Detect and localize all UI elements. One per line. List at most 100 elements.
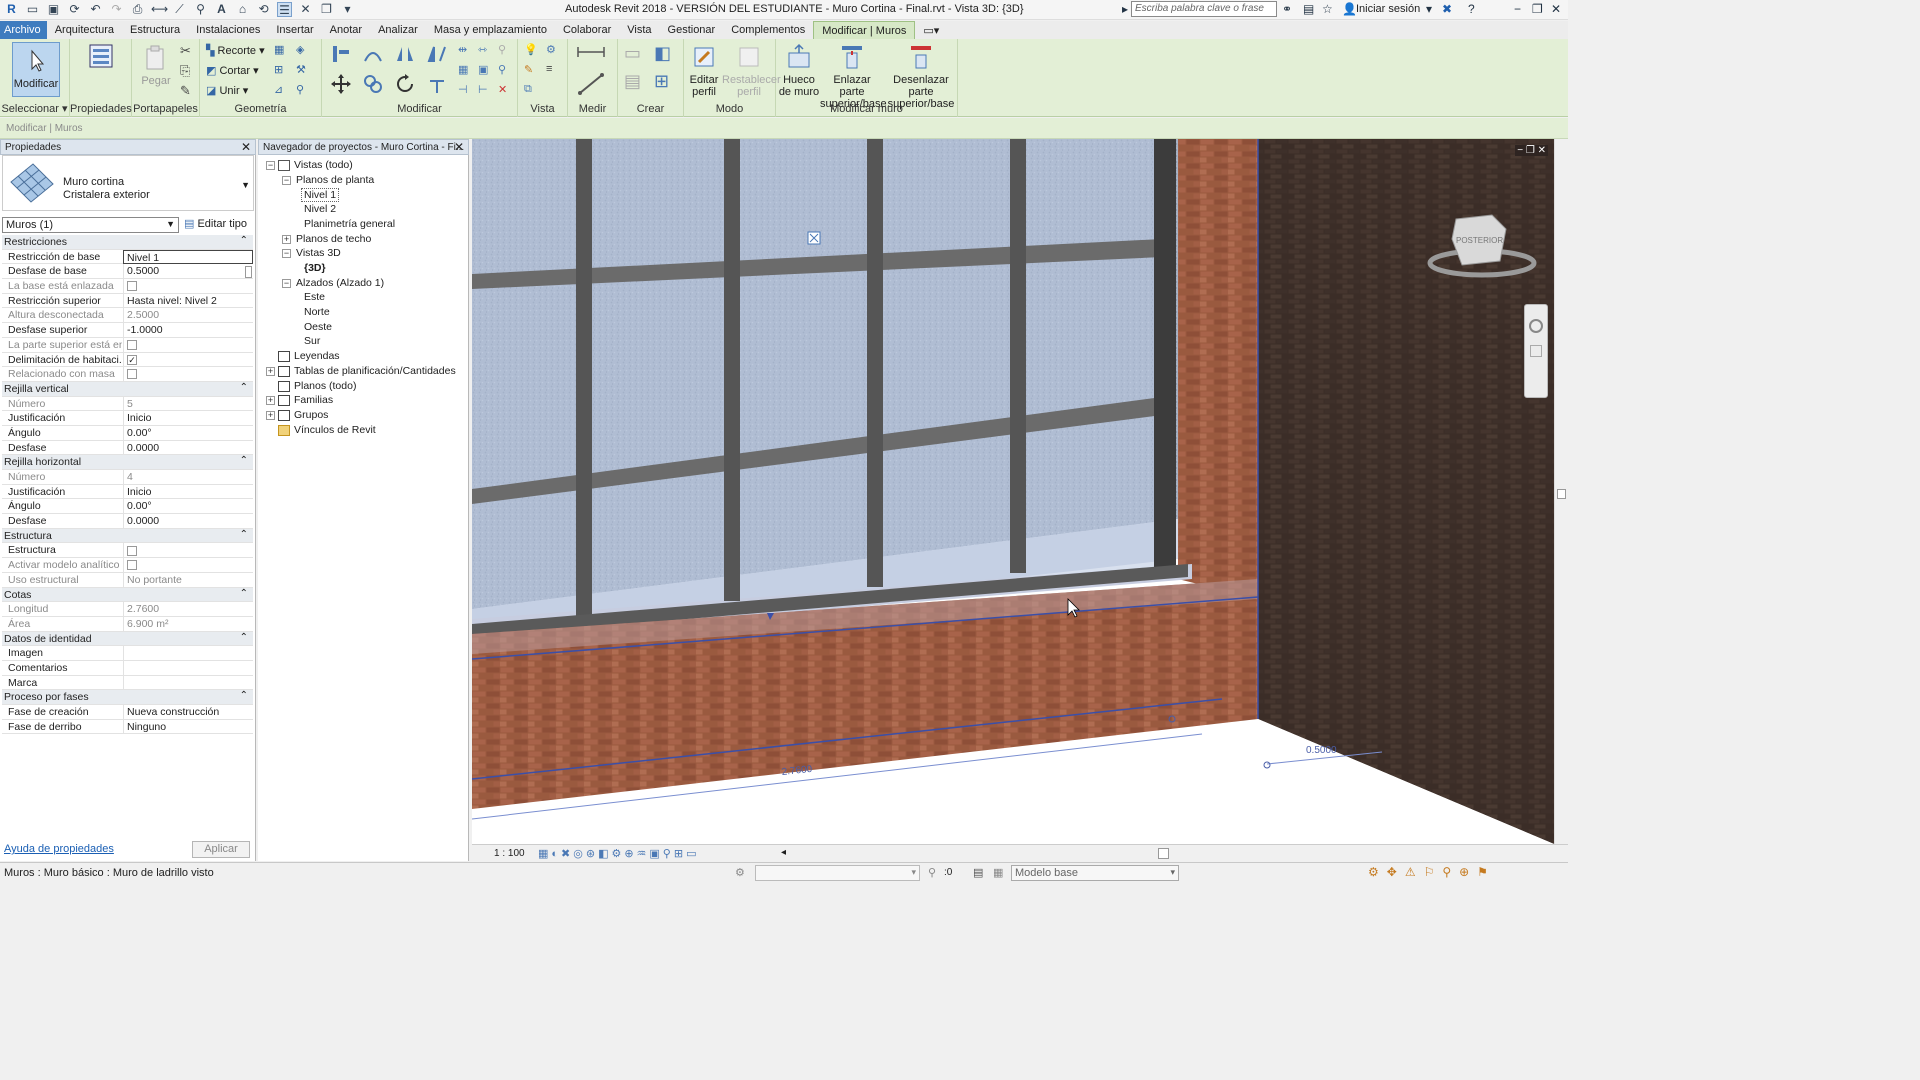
- text-icon[interactable]: A: [214, 2, 229, 17]
- tab-10[interactable]: Gestionar: [660, 21, 724, 39]
- browser-node[interactable]: Tablas de planificación/Cantidades: [294, 365, 456, 377]
- property-row[interactable]: Altura desconectada 2.5000: [2, 308, 253, 324]
- property-row[interactable]: Relacionado con masa: [2, 367, 253, 382]
- vertical-mullion-2[interactable]: [724, 139, 740, 601]
- property-row[interactable]: La parte superior está enl...: [2, 337, 253, 353]
- undo-icon[interactable]: ↶: [88, 2, 103, 17]
- wall-joins-icon[interactable]: ⊞: [274, 63, 290, 79]
- dimension-icon[interactable]: ⟋: [172, 2, 187, 17]
- minimize-icon[interactable]: −: [1514, 2, 1521, 16]
- browser-node[interactable]: Este: [304, 291, 325, 303]
- property-row[interactable]: Ángulo 0.00°: [2, 425, 253, 441]
- pin-icon[interactable]: ⚲: [498, 63, 514, 79]
- browser-node[interactable]: Nivel 1: [301, 188, 340, 203]
- unpin-icon[interactable]: ⚲: [498, 43, 514, 59]
- tab-2[interactable]: Estructura: [122, 21, 188, 39]
- property-row[interactable]: Desfase de base 0.5000: [2, 264, 253, 280]
- array-icon[interactable]: ▦: [458, 63, 474, 79]
- linework-icon[interactable]: ✎: [524, 63, 540, 79]
- properties-button[interactable]: [84, 42, 118, 97]
- browser-node[interactable]: {3D}: [304, 262, 326, 274]
- property-row[interactable]: La base está enlazada: [2, 279, 253, 294]
- property-row[interactable]: Desfase 0.0000: [2, 440, 253, 456]
- view-control-icons[interactable]: ▦◐✖◎⊛◧⚙⊕♒▣⚲⊞▭: [538, 847, 699, 860]
- subscription-icon[interactable]: ▤: [1303, 2, 1314, 16]
- property-value[interactable]: [123, 337, 253, 352]
- tab-7[interactable]: Masa y emplazamiento: [426, 21, 555, 39]
- save-icon[interactable]: ▣: [46, 2, 61, 17]
- property-row[interactable]: Delimitación de habitaci... ✓: [2, 352, 253, 368]
- property-value[interactable]: 2.7600: [123, 602, 253, 617]
- property-row[interactable]: Justificación Inicio: [2, 484, 253, 500]
- expand-icon[interactable]: +: [266, 366, 275, 376]
- property-row[interactable]: Marca: [2, 675, 253, 691]
- signin-dropdown-icon[interactable]: ▾: [1426, 2, 1432, 16]
- 3d-scene[interactable]: POSTERIOR 2.7600 0.5000: [472, 139, 1554, 844]
- property-category[interactable]: Rejilla horizontal ⌃: [2, 455, 253, 470]
- copy-element-icon[interactable]: [362, 73, 384, 95]
- aligned-dimension-icon[interactable]: [576, 71, 606, 97]
- close-properties-icon[interactable]: ✕: [241, 140, 251, 154]
- property-row[interactable]: Área 6.900 m²: [2, 616, 253, 632]
- wall-opening-button[interactable]: Hueco de muro: [778, 43, 820, 98]
- tag-icon[interactable]: ⚲: [193, 2, 208, 17]
- apply-button[interactable]: Aplicar: [192, 841, 250, 858]
- browser-node[interactable]: Planos de planta: [296, 174, 374, 186]
- property-row[interactable]: Número 5: [2, 396, 253, 412]
- select-dropdown[interactable]: Seleccionar ▾: [0, 102, 69, 115]
- property-row[interactable]: Imagen: [2, 646, 253, 661]
- exchange-apps-icon[interactable]: ✖: [1442, 2, 1452, 16]
- revit-logo-icon[interactable]: R: [4, 2, 19, 17]
- tab-4[interactable]: Insertar: [268, 21, 321, 39]
- property-checkbox[interactable]: ✓: [127, 354, 137, 365]
- paint-icon[interactable]: ◈: [296, 43, 312, 59]
- reset-profile-button[interactable]: Restablecer perfil: [722, 43, 781, 98]
- property-checkbox[interactable]: [127, 369, 137, 380]
- close-window-icon[interactable]: ✕: [1551, 2, 1561, 16]
- tab-9[interactable]: Vista: [619, 21, 659, 39]
- 3d-view-icon[interactable]: ⌂: [235, 2, 250, 17]
- scale-icon[interactable]: ▣: [478, 63, 494, 79]
- paste-button[interactable]: Pegar: [138, 44, 174, 87]
- browser-node[interactable]: Familias: [294, 394, 333, 406]
- property-category[interactable]: Datos de identidad ⌃: [2, 631, 253, 647]
- split-gap-icon[interactable]: ⇿: [478, 43, 494, 59]
- restore-icon[interactable]: ❐: [1532, 2, 1543, 16]
- measure-icon[interactable]: ⟷: [151, 2, 168, 17]
- property-row[interactable]: Fase de creación Nueva construcción: [2, 705, 253, 720]
- thin-lines-icon[interactable]: ☰: [277, 2, 292, 17]
- tab-12[interactable]: Modificar | Muros: [813, 21, 916, 39]
- property-row[interactable]: Comentarios: [2, 660, 253, 676]
- navigation-bar[interactable]: [1524, 304, 1548, 398]
- split-element-icon[interactable]: ⊿: [274, 83, 290, 99]
- property-checkbox[interactable]: [127, 560, 137, 571]
- back-brick-wall[interactable]: [1178, 139, 1258, 599]
- edit-type-button[interactable]: ▤ Editar tipo: [184, 217, 247, 230]
- property-row[interactable]: Estructura: [2, 543, 253, 559]
- switch-windows-icon[interactable]: ❐: [319, 2, 334, 17]
- property-checkbox[interactable]: [127, 545, 137, 556]
- property-value[interactable]: 0.0000: [123, 514, 253, 529]
- zoom-icon[interactable]: [1530, 345, 1542, 357]
- property-value[interactable]: Inicio: [123, 484, 253, 499]
- property-row[interactable]: Desfase superior -1.0000: [2, 323, 253, 338]
- trim-extend-icon[interactable]: [426, 73, 448, 95]
- sign-in-link[interactable]: Iniciar sesión: [1356, 3, 1420, 15]
- tab-0[interactable]: Archivo: [0, 21, 47, 39]
- section-icon[interactable]: ⟲: [256, 2, 271, 17]
- move-icon[interactable]: [330, 73, 352, 95]
- expand-icon[interactable]: +: [266, 410, 275, 420]
- split-icon[interactable]: ⇹: [458, 43, 474, 59]
- collapse-icon[interactable]: ⌃: [240, 235, 248, 246]
- property-value[interactable]: No portante: [123, 572, 253, 587]
- property-row[interactable]: Longitud 2.7600: [2, 602, 253, 617]
- close-hidden-icon[interactable]: ✕: [298, 2, 313, 17]
- tab-5[interactable]: Anotar: [322, 21, 370, 39]
- tab-1[interactable]: Arquitectura: [47, 21, 122, 39]
- property-category[interactable]: Restricciones ⌃: [2, 235, 253, 250]
- tab-8[interactable]: Colaborar: [555, 21, 619, 39]
- collapse-tree-icon[interactable]: −: [282, 278, 291, 288]
- trim-multiple-icon[interactable]: ⊣: [458, 83, 474, 99]
- search-expand-icon[interactable]: ▸: [1122, 2, 1128, 16]
- close-browser-icon[interactable]: ✕: [454, 140, 464, 154]
